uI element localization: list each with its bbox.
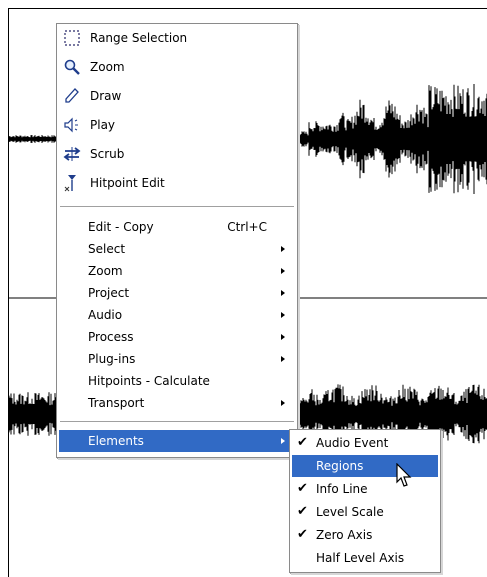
checkmark-icon: ✔ <box>297 481 308 496</box>
submenu-item-label: Half Level Axis <box>316 551 405 565</box>
submenu-arrow-icon <box>281 268 285 274</box>
submenu-item-zero-axis[interactable]: ✔ Zero Axis <box>292 524 438 546</box>
speaker-icon <box>62 115 82 135</box>
menu-item-shortcut: Ctrl+C <box>227 220 267 234</box>
submenu-arrow-icon <box>281 312 285 318</box>
mouse-pointer-icon <box>396 463 412 487</box>
menu-item-label: Hitpoint Edit <box>90 176 165 190</box>
menu-separator <box>60 206 294 208</box>
menu-item-label: Project <box>88 286 130 300</box>
menu-item-transport[interactable]: Transport <box>59 392 295 414</box>
menu-item-elements[interactable]: Elements <box>59 430 295 452</box>
menu-item-label: Scrub <box>90 147 125 161</box>
menu-item-hitpoint-edit[interactable]: Hitpoint Edit <box>59 172 295 194</box>
menu-item-zoom-tool[interactable]: Zoom <box>59 56 295 78</box>
menu-item-scrub[interactable]: Scrub <box>59 143 295 165</box>
menu-item-label: Zoom <box>88 264 123 278</box>
menu-item-label: Play <box>90 118 116 132</box>
menu-item-audio[interactable]: Audio <box>59 304 295 326</box>
menu-item-label: Process <box>88 330 134 344</box>
submenu-arrow-icon <box>281 356 285 362</box>
submenu-arrow-icon <box>281 334 285 340</box>
menu-item-zoom[interactable]: Zoom <box>59 260 295 282</box>
submenu-arrow-icon <box>281 290 285 296</box>
menu-separator <box>60 421 294 423</box>
menu-item-draw[interactable]: Draw <box>59 85 295 107</box>
context-menu: Range Selection Zoom Draw Play Scrub Hit… <box>56 23 298 458</box>
menu-item-label: Transport <box>88 396 145 410</box>
menu-item-label: Range Selection <box>90 31 188 45</box>
menu-item-hitpoints-calculate[interactable]: Hitpoints - Calculate <box>59 370 295 392</box>
menu-item-edit-copy[interactable]: Edit - Copy Ctrl+C <box>59 216 295 238</box>
menu-item-label: Draw <box>90 89 122 103</box>
submenu-item-regions[interactable]: Regions <box>292 455 438 477</box>
range-selection-icon <box>62 28 82 48</box>
submenu-arrow-icon <box>281 438 285 444</box>
menu-item-label: Plug-ins <box>88 352 136 366</box>
menu-item-play[interactable]: Play <box>59 114 295 136</box>
submenu-item-level-scale[interactable]: ✔ Level Scale <box>292 501 438 523</box>
pencil-icon <box>62 86 82 106</box>
magnifier-icon <box>62 57 82 77</box>
elements-submenu: ✔ Audio Event Regions ✔ Info Line ✔ Leve… <box>289 429 441 573</box>
submenu-item-half-level-axis[interactable]: Half Level Axis <box>292 547 438 569</box>
menu-item-label: Edit - Copy <box>88 220 154 234</box>
menu-item-range-selection[interactable]: Range Selection <box>59 27 295 49</box>
checkmark-icon: ✔ <box>297 435 308 450</box>
menu-item-label: Elements <box>88 434 144 448</box>
menu-item-process[interactable]: Process <box>59 326 295 348</box>
submenu-item-label: Regions <box>316 459 364 473</box>
hitpoint-icon <box>62 173 82 193</box>
submenu-item-info-line[interactable]: ✔ Info Line <box>292 478 438 500</box>
submenu-item-label: Info Line <box>316 482 368 496</box>
checkmark-icon: ✔ <box>297 504 308 519</box>
submenu-item-label: Level Scale <box>316 505 384 519</box>
menu-item-label: Select <box>88 242 126 256</box>
menu-item-plug-ins[interactable]: Plug-ins <box>59 348 295 370</box>
checkmark-icon: ✔ <box>297 527 308 542</box>
submenu-item-audio-event[interactable]: ✔ Audio Event <box>292 432 438 454</box>
menu-item-label: Audio <box>88 308 123 322</box>
submenu-item-label: Audio Event <box>316 436 389 450</box>
menu-item-label: Zoom <box>90 60 125 74</box>
menu-item-project[interactable]: Project <box>59 282 295 304</box>
submenu-item-label: Zero Axis <box>316 528 373 542</box>
submenu-arrow-icon <box>281 246 285 252</box>
submenu-arrow-icon <box>281 400 285 406</box>
menu-item-select[interactable]: Select <box>59 238 295 260</box>
scrub-icon <box>62 144 82 164</box>
menu-item-label: Hitpoints - Calculate <box>88 374 210 388</box>
